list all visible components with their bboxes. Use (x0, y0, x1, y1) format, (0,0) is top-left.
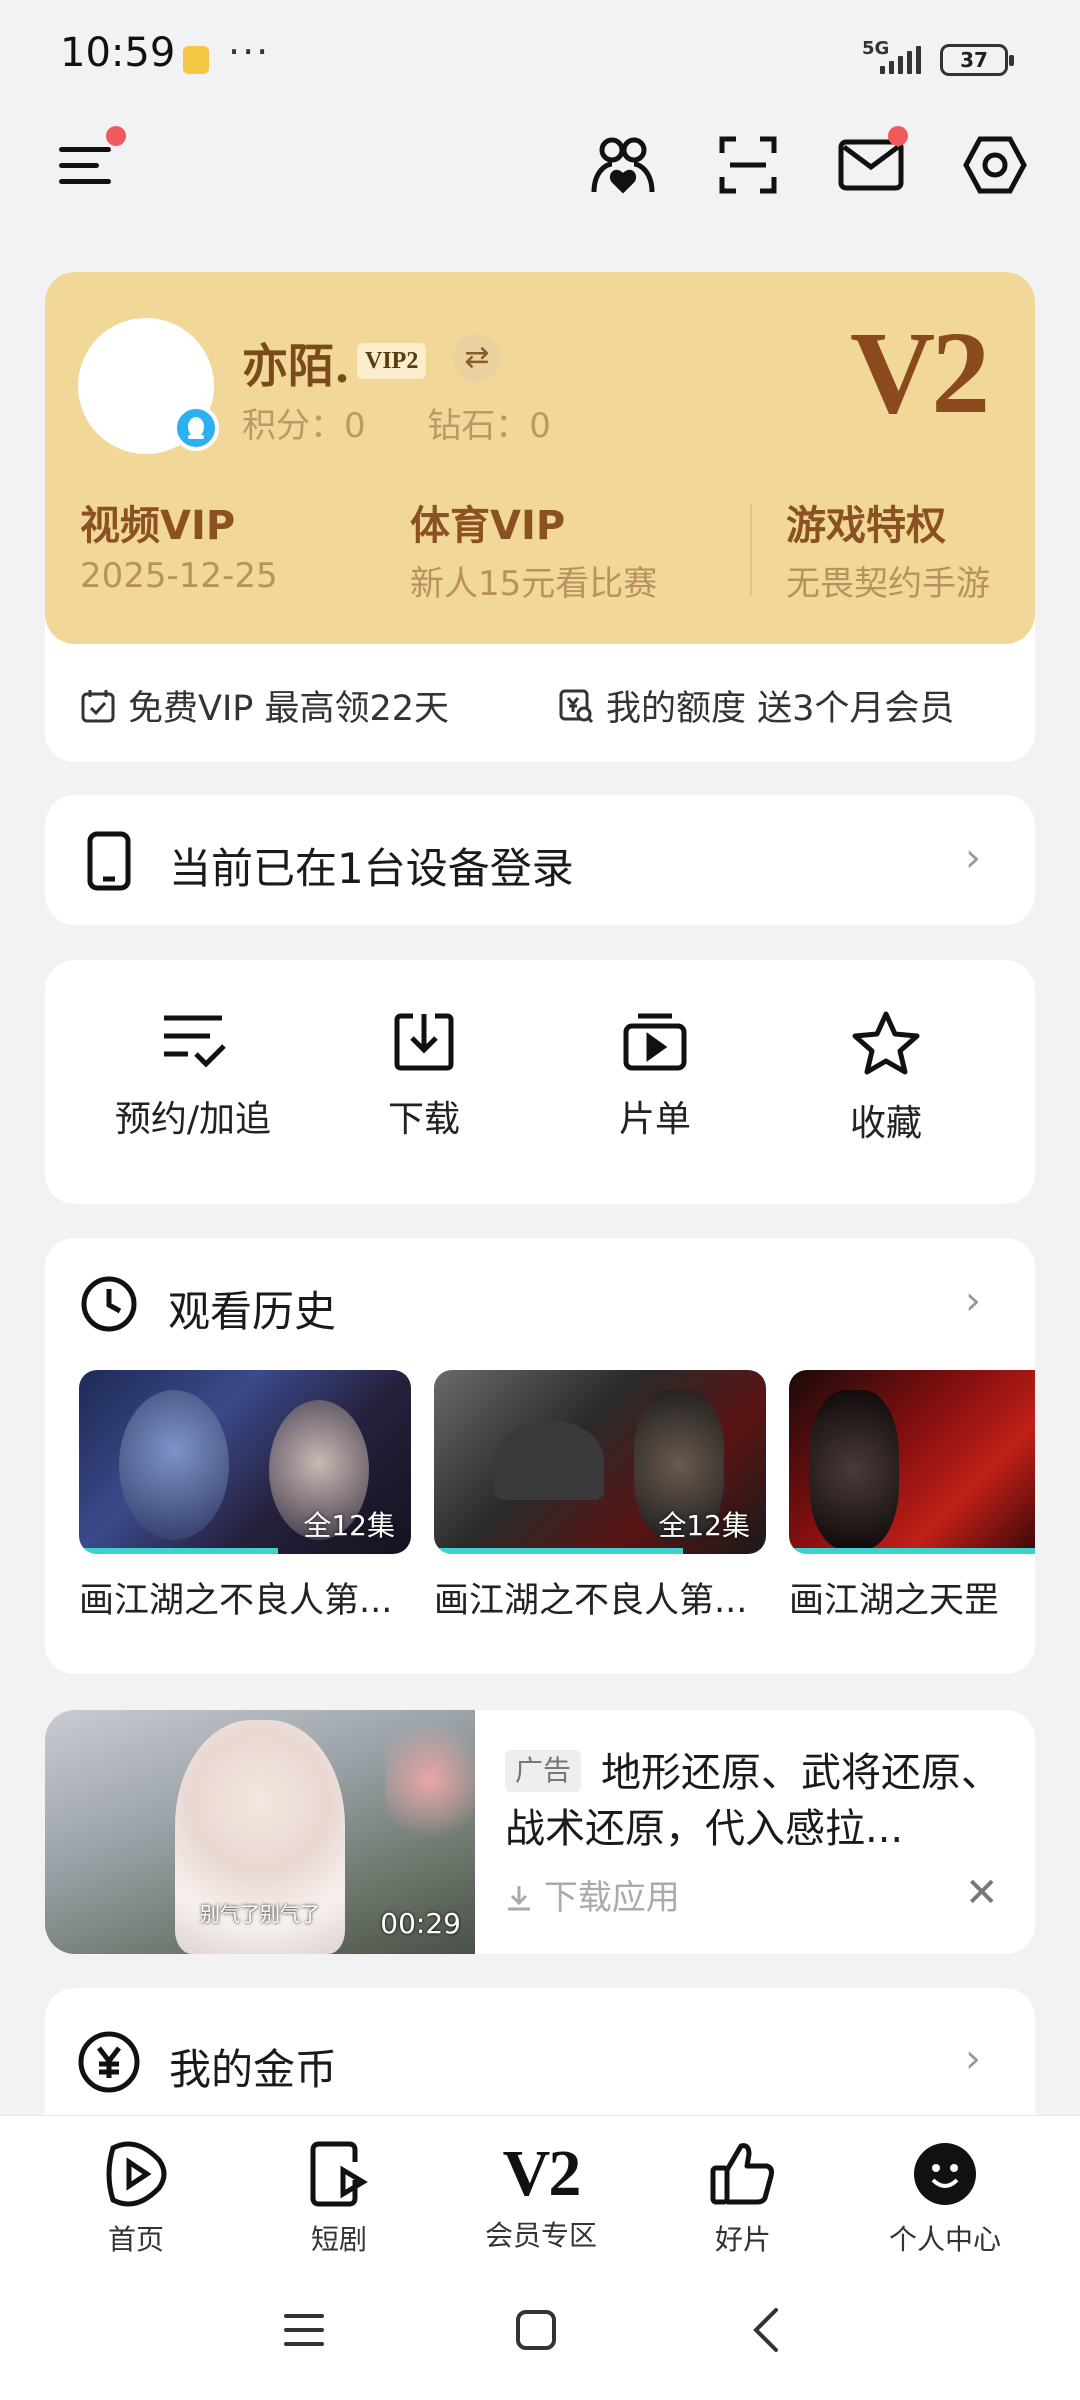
quick-action-label: 片单 (618, 1099, 691, 1140)
quick-action-label: 下载 (387, 1099, 460, 1140)
quick-action-label: 收藏 (849, 1103, 922, 1144)
chevron-right-icon: › (965, 2036, 981, 2082)
mail-icon (838, 139, 904, 191)
notification-dot (106, 126, 126, 146)
thumbs-up-icon (710, 2143, 774, 2205)
free-vip-link[interactable]: 免费VIP 最高领22天 (80, 680, 449, 731)
watch-progress-bar (79, 1548, 279, 1554)
coin-icon (78, 2031, 140, 2093)
watch-history-title[interactable]: 观看历史 (168, 1278, 336, 1339)
notification-dot (888, 126, 908, 146)
v2-icon: V2 (502, 2137, 582, 2210)
nav-label: 首页 (107, 2223, 164, 2256)
short-drama-icon (310, 2141, 368, 2207)
chevron-right-icon: › (965, 835, 981, 881)
nav-label: 好片 (714, 2223, 771, 2256)
history-thumbnail-3[interactable] (789, 1370, 1035, 1554)
scan-button[interactable] (713, 130, 783, 200)
menu-icon (59, 147, 111, 184)
nav-profile[interactable]: 个人中心 (865, 2140, 1025, 2258)
messages-button[interactable] (836, 126, 908, 200)
back-icon[interactable] (748, 2306, 784, 2354)
diamonds-label: 钻石：0 (427, 406, 551, 446)
nav-label: 短剧 (310, 2223, 367, 2256)
privilege-sports-vip-subtitle: 新人15元看比赛 (410, 564, 658, 604)
divider (750, 503, 752, 595)
battery-icon: 37 (940, 44, 1014, 76)
app-notification-icon (183, 46, 209, 74)
chevron-right-icon[interactable]: › (965, 1278, 981, 1324)
history-title-3[interactable]: 画江湖之天罡 (789, 1572, 1035, 1623)
history-thumbnail-1[interactable]: 全12集 (79, 1370, 411, 1554)
ad-download-button[interactable]: 下载应用 (505, 1870, 680, 1919)
quota-label: 我的额度 送3个月会员 (606, 689, 955, 729)
settings-icon (963, 136, 1027, 194)
recent-apps-icon[interactable] (282, 2310, 326, 2350)
calendar-check-icon (81, 689, 115, 722)
privilege-sports-vip-title[interactable]: 体育VIP (410, 493, 565, 551)
my-coins-label: 我的金币 (169, 2045, 338, 2094)
list-check-icon (164, 1015, 226, 1068)
watch-progress-bar (789, 1548, 1035, 1554)
episode-count: 全12集 (658, 1509, 750, 1542)
vip-level-badge: VIP2 (357, 343, 427, 379)
quick-action-reserve[interactable]: 预约/加追 (93, 1010, 293, 1142)
home-play-icon (106, 2141, 167, 2207)
settings-button[interactable] (960, 130, 1030, 200)
quick-action-playlist[interactable]: 片单 (555, 1010, 755, 1142)
privilege-game-subtitle: 无畏契约手游 (786, 564, 990, 604)
privilege-video-vip-expiry: 2025-12-25 (80, 556, 278, 596)
ad-description[interactable]: 地形还原、武将还原、战术还原，代入感拉... (505, 1745, 1010, 1857)
quick-action-label: 预约/加追 (114, 1099, 272, 1140)
clock-icon (81, 1276, 137, 1332)
nav-good-films[interactable]: 好片 (663, 2140, 823, 2258)
nav-label: 个人中心 (888, 2223, 1001, 2256)
qq-penguin-icon (173, 405, 219, 451)
user-name: 亦陌. (242, 339, 351, 393)
quick-action-download[interactable]: 下载 (324, 1010, 524, 1142)
home-icon[interactable] (514, 2308, 558, 2352)
more-notifications-icon: ··· (228, 30, 271, 74)
episode-count: 全12集 (303, 1509, 395, 1542)
nav-short-drama[interactable]: 短剧 (259, 2140, 419, 2258)
vip-level-mark: V2 (850, 307, 990, 438)
close-ad-icon[interactable]: ✕ (965, 1870, 999, 1916)
quota-link[interactable]: 我的额度 送3个月会员 (558, 680, 954, 731)
points-and-diamonds: 积分：0 钻石：0 (242, 398, 551, 447)
quick-action-favorites[interactable]: 收藏 (786, 1010, 986, 1146)
friends-icon (591, 137, 655, 194)
privilege-video-vip-title[interactable]: 视频VIP (80, 493, 235, 551)
quota-search-icon (559, 689, 594, 723)
star-icon (852, 1011, 920, 1075)
ad-video-thumbnail[interactable]: 别气了别气了 00:29 (45, 1710, 475, 1954)
ad-video-duration: 00:29 (380, 1907, 461, 1940)
history-thumbnail-2[interactable]: 全12集 (434, 1370, 766, 1554)
nav-label: 会员专区 (484, 2219, 597, 2252)
friends-button[interactable] (588, 130, 658, 200)
download-icon (394, 1013, 454, 1071)
device-login-label: 当前已在1台设备登录 (169, 844, 574, 893)
history-title-2[interactable]: 画江湖之不良人第... (434, 1572, 766, 1623)
menu-button[interactable] (50, 126, 126, 200)
ad-video-caption: 别气了别气了 (200, 1902, 320, 1926)
download-small-icon (508, 1886, 530, 1911)
points-label: 积分：0 (242, 406, 366, 446)
profile-icon (914, 2143, 976, 2205)
status-time: 10:59 (60, 30, 176, 76)
phone-icon (87, 831, 131, 891)
nav-vip-zone[interactable]: V2 会员专区 (461, 2140, 621, 2254)
switch-account-icon[interactable]: ⇄ (453, 334, 501, 382)
ad-download-label: 下载应用 (543, 1878, 680, 1918)
scan-icon (719, 136, 777, 194)
nav-home[interactable]: 首页 (56, 2140, 216, 2258)
device-login-row[interactable]: 当前已在1台设备登录 › (45, 795, 1035, 925)
watch-progress-bar (434, 1548, 683, 1554)
free-vip-label: 免费VIP 最高领22天 (128, 689, 450, 729)
history-title-1[interactable]: 画江湖之不良人第... (79, 1572, 411, 1623)
privilege-game-title[interactable]: 游戏特权 (786, 493, 946, 551)
playlist-icon (623, 1013, 687, 1071)
signal-icon (880, 46, 921, 74)
